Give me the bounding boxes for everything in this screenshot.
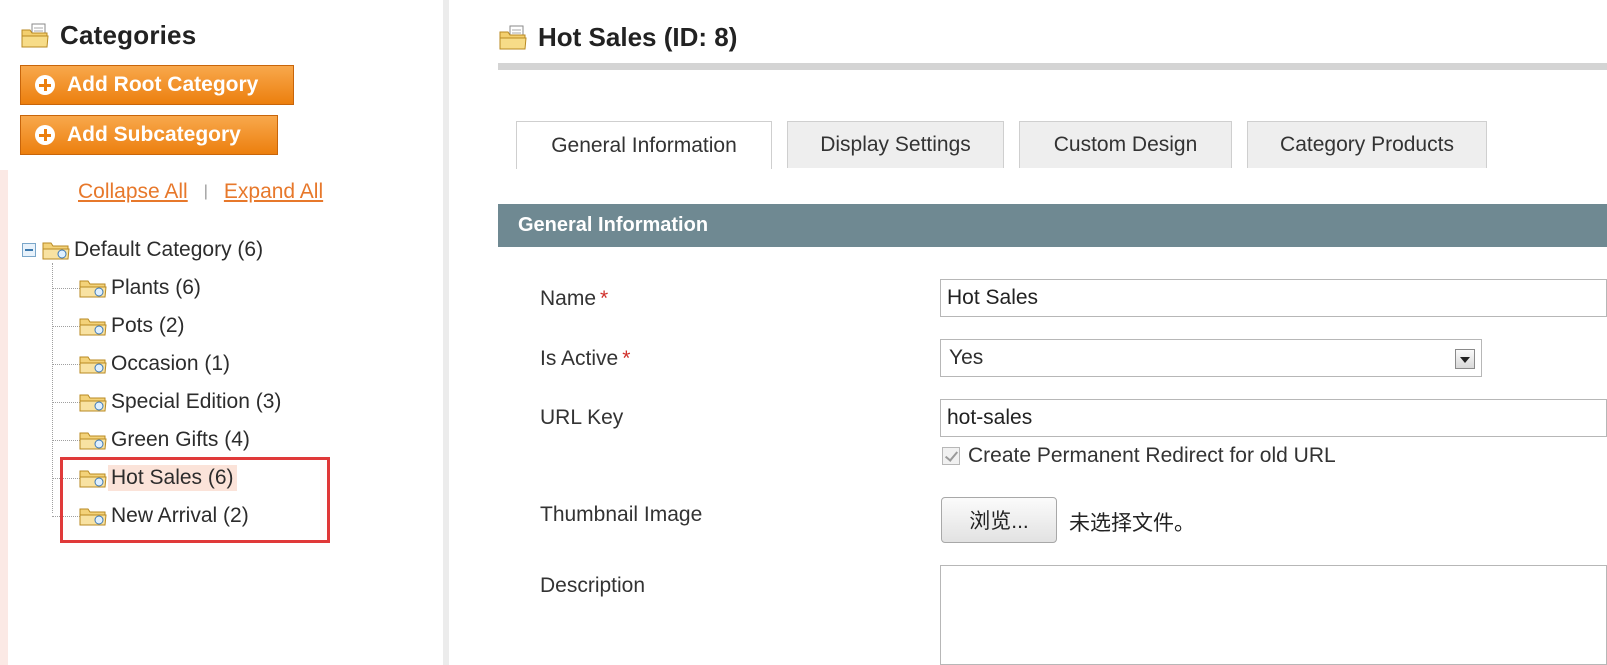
- folder-icon: [78, 277, 108, 299]
- tree-item-hot-sales[interactable]: Hot Sales (6): [52, 461, 237, 495]
- tree-item-new-arrival[interactable]: New Arrival (2): [52, 499, 252, 533]
- folder-icon: [78, 467, 108, 489]
- name-label-text: Name: [540, 287, 597, 310]
- dropdown-arrow-icon[interactable]: [1455, 349, 1475, 369]
- panel-divider: [443, 0, 449, 665]
- folder-icon: [78, 391, 108, 413]
- collapse-toggle-icon[interactable]: [22, 243, 36, 257]
- name-label: Name *: [540, 287, 608, 311]
- tree-root-label: Default Category (6): [74, 238, 264, 261]
- expand-all-link[interactable]: Expand All: [224, 180, 323, 204]
- tree-item-label: Plants (6): [111, 276, 201, 299]
- tree-item-label: Hot Sales (6): [108, 465, 237, 491]
- tree-connector: [52, 401, 80, 403]
- add-subcategory-label: Add Subcategory: [67, 123, 241, 146]
- required-mark: *: [622, 347, 631, 370]
- tree-item-plants[interactable]: Plants (6): [52, 271, 204, 305]
- tree-connector: [52, 325, 80, 327]
- tree-connector: [52, 363, 80, 365]
- categories-header: Categories: [20, 20, 196, 51]
- required-mark: *: [600, 287, 609, 310]
- browse-file-button[interactable]: 浏览...: [941, 497, 1057, 543]
- tab-general-information[interactable]: General Information: [516, 121, 772, 169]
- folder-icon: [78, 505, 108, 527]
- folder-icon: [20, 23, 50, 49]
- tab-category-products[interactable]: Category Products: [1247, 121, 1487, 168]
- no-file-selected-text: 未选择文件。: [1069, 512, 1195, 535]
- tab-custom-design[interactable]: Custom Design: [1019, 121, 1232, 168]
- page-header: Hot Sales (ID: 8): [498, 22, 737, 53]
- categories-title: Categories: [60, 20, 197, 50]
- folder-icon: [78, 429, 108, 451]
- url-key-input[interactable]: hot-sales: [940, 399, 1607, 437]
- description-textarea[interactable]: [940, 565, 1607, 665]
- plus-circle-icon: [35, 125, 55, 145]
- tree-item-label: Occasion (1): [111, 352, 231, 375]
- is-active-label: Is Active *: [540, 347, 630, 371]
- plus-circle-icon: [35, 75, 55, 95]
- tree-connector: [52, 515, 80, 517]
- tree-connector: [52, 477, 80, 479]
- tree-item-special-edition[interactable]: Special Edition (3): [52, 385, 284, 419]
- header-divider: [498, 63, 1607, 70]
- name-input[interactable]: Hot Sales: [940, 279, 1607, 317]
- tab-bar: General Information Display Settings Cus…: [516, 121, 1502, 169]
- section-header: General Information: [498, 204, 1607, 247]
- tree-item-label: New Arrival (2): [111, 504, 249, 527]
- is-active-label-text: Is Active: [540, 347, 619, 370]
- folder-icon: [42, 239, 70, 261]
- permanent-redirect-checkbox[interactable]: [942, 447, 960, 465]
- tree-connector: [52, 439, 80, 441]
- thumbnail-image-label: Thumbnail Image: [540, 503, 703, 526]
- url-key-label: URL Key: [540, 406, 624, 429]
- tree-item-label: Pots (2): [111, 314, 185, 337]
- tree-item-pots[interactable]: Pots (2): [52, 309, 188, 343]
- link-separator: |: [203, 183, 208, 200]
- page-title: Hot Sales (ID: 8): [538, 22, 738, 52]
- is-active-select[interactable]: Yes: [940, 339, 1482, 377]
- tree-item-green-gifts[interactable]: Green Gifts (4): [52, 423, 253, 457]
- tree-root-node[interactable]: Default Category (6): [22, 233, 263, 267]
- folder-icon: [498, 25, 528, 51]
- category-tree: Default Category (6) Plants (6) Pots (2)…: [22, 233, 442, 553]
- tab-display-settings[interactable]: Display Settings: [787, 121, 1004, 168]
- categories-panel: Categories Add Root Category Add Subcate…: [0, 0, 445, 665]
- permanent-redirect-label: Create Permanent Redirect for old URL: [968, 444, 1336, 467]
- add-root-category-label: Add Root Category: [67, 73, 259, 96]
- folder-icon: [78, 315, 108, 337]
- section-title: General Information: [518, 214, 709, 236]
- permanent-redirect-option: Create Permanent Redirect for old URL: [942, 444, 1336, 468]
- description-label: Description: [540, 574, 646, 597]
- collapse-all-link[interactable]: Collapse All: [78, 180, 188, 204]
- is-active-value: Yes: [949, 346, 984, 369]
- tree-item-occasion[interactable]: Occasion (1): [52, 347, 233, 381]
- add-root-category-button[interactable]: Add Root Category: [20, 65, 294, 105]
- tree-connector: [52, 287, 80, 289]
- add-subcategory-button[interactable]: Add Subcategory: [20, 115, 278, 155]
- tree-item-label: Special Edition (3): [111, 390, 282, 413]
- tree-item-label: Green Gifts (4): [111, 428, 250, 451]
- folder-icon: [78, 353, 108, 375]
- tree-controls: Collapse All | Expand All: [78, 180, 323, 204]
